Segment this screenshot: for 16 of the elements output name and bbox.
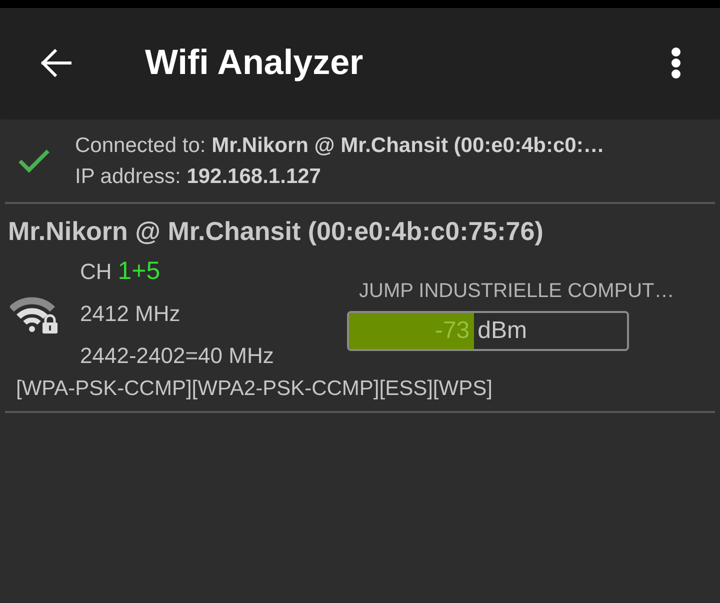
channel-number: 1+5 [118, 257, 160, 286]
bandwidth-text: 2442-2402=40 MHz [80, 342, 275, 369]
signal-unit: dBm [478, 316, 528, 345]
network-name: Mr.Nikorn @ Mr.Chansit (00:e0:4b:c0:75:76) [8, 216, 544, 248]
back-button[interactable] [40, 49, 72, 77]
overflow-menu-button[interactable] [671, 47, 681, 79]
channel-label: CH [80, 259, 112, 286]
signal-reading: -73 [434, 316, 470, 345]
security-capabilities: [WPA-PSK-CCMP][WPA2-PSK-CCMP][ESS][WPS] [16, 376, 494, 401]
more-menu-icon [671, 47, 681, 79]
vendor-name: JUMP INDUSTRIELLE COMPUT… [359, 280, 674, 303]
frequency-text: 2412 MHz [80, 301, 182, 328]
app-title: Wifi Analyzer [145, 43, 364, 83]
ip-address-text: IP address: 192.168.1.127 [75, 164, 322, 189]
connected-network-text: Connected to: Mr.Nikorn @ Mr.Chansit (00:e0:4b:c0:… [75, 133, 604, 158]
back-arrow-icon [40, 49, 72, 77]
